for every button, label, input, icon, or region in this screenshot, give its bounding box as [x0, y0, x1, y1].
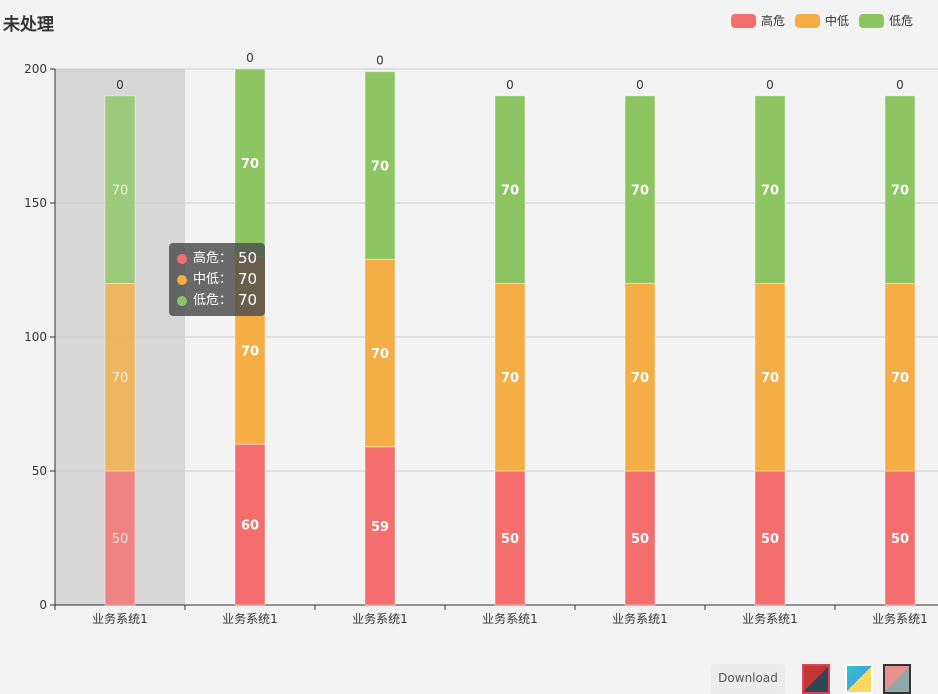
bar-value-label: 50	[112, 532, 129, 547]
theme-swatch-pink-gray[interactable]	[883, 664, 911, 694]
bar-value-label: 50	[891, 532, 909, 547]
x-tick-label: 业务系统1	[742, 611, 798, 626]
bar-total-label: 0	[506, 78, 514, 92]
bar-total-label: 0	[116, 78, 124, 92]
bar-value-label: 70	[891, 184, 909, 199]
theme-swatch-red-dark[interactable]	[802, 664, 830, 694]
bar-total-label: 0	[896, 78, 904, 92]
download-button[interactable]: Download	[711, 664, 785, 694]
y-tick-label: 150	[24, 196, 47, 210]
x-tick-label: 业务系统1	[222, 611, 278, 626]
y-tick-label: 0	[39, 598, 47, 612]
tooltip-dot-low	[177, 295, 187, 306]
bar-value-label: 70	[631, 371, 649, 386]
bar-value-label: 50	[761, 532, 779, 547]
bar-total-label: 0	[636, 78, 644, 92]
tooltip-value-low: 70	[238, 291, 258, 309]
bar-value-label: 70	[371, 347, 389, 362]
y-tick-label: 100	[24, 330, 47, 344]
bar-value-label: 70	[112, 184, 129, 199]
tooltip: 高危： 50 中低： 70 低危： 70	[169, 243, 266, 316]
bar-total-label: 0	[246, 51, 254, 65]
bar-total-label: 0	[376, 54, 384, 68]
y-tick-label: 50	[32, 464, 47, 478]
bar-value-label: 50	[501, 532, 519, 547]
bar-total-label: 0	[766, 78, 774, 92]
bar-value-label: 60	[241, 519, 259, 534]
bar-value-label: 70	[891, 371, 909, 386]
tooltip-dot-medium	[177, 274, 187, 285]
bar-value-label: 70	[631, 184, 649, 199]
bar-value-label: 70	[241, 157, 259, 172]
tooltip-value-medium: 70	[238, 270, 258, 288]
bar-value-label: 70	[501, 184, 519, 199]
stacked-bar-chart: 0 50 100 150 200 50 70 70 0 业务系统1 60 70 70 0 业务系统1 59 70…	[24, 51, 938, 626]
bar-value-label: 50	[631, 532, 649, 547]
theme-swatch-blue-yellow[interactable]	[845, 664, 873, 694]
tooltip-label-high: 高危：	[193, 251, 233, 266]
bar-value-label: 70	[112, 371, 129, 386]
tooltip-row-medium: 中低： 70	[177, 269, 257, 290]
tooltip-value-high: 50	[238, 249, 258, 267]
bar-value-label: 70	[761, 371, 779, 386]
tooltip-dot-high	[177, 253, 187, 264]
y-tick-label: 200	[24, 62, 47, 76]
tooltip-label-medium: 中低：	[193, 272, 233, 287]
bar-value-label: 70	[761, 184, 779, 199]
x-tick-label: 业务系统1	[872, 611, 928, 626]
x-tick-label: 业务系统1	[482, 611, 538, 626]
bar-value-label: 70	[501, 371, 519, 386]
bar-value-label: 70	[241, 344, 259, 359]
x-tick-label: 业务系统1	[612, 611, 668, 626]
bar-value-label: 59	[371, 520, 389, 535]
tooltip-row-low: 低危： 70	[177, 290, 257, 311]
tooltip-label-low: 低危：	[193, 293, 233, 308]
tooltip-row-high: 高危： 50	[177, 248, 257, 269]
x-tick-label: 业务系统1	[92, 611, 148, 626]
x-tick-label: 业务系统1	[352, 611, 408, 626]
bar-value-label: 70	[371, 159, 389, 174]
